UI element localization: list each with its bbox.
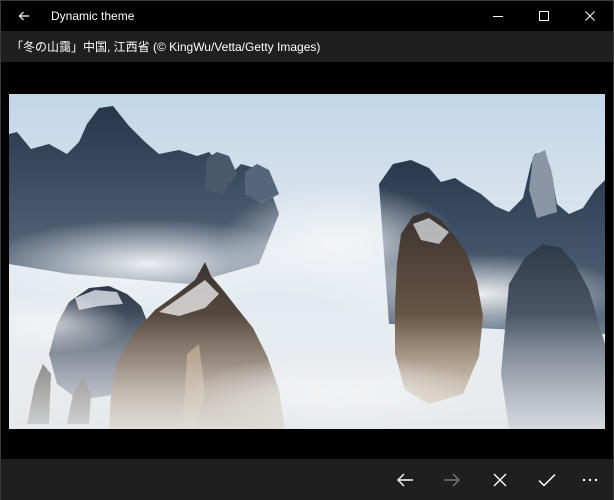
misty-mountains-image xyxy=(9,94,605,429)
image-viewport xyxy=(1,62,613,459)
back-arrow-icon xyxy=(18,11,29,21)
more-button[interactable] xyxy=(567,459,613,500)
command-bar xyxy=(1,459,613,500)
checkmark-icon xyxy=(538,473,556,487)
more-ellipsis-icon xyxy=(582,478,598,481)
x-icon xyxy=(493,473,507,486)
close-icon xyxy=(585,11,595,21)
next-button[interactable] xyxy=(429,459,475,500)
minimize-icon xyxy=(493,16,503,17)
close-button[interactable] xyxy=(567,1,613,31)
back-button[interactable] xyxy=(1,1,47,31)
arrow-right-icon xyxy=(444,473,460,486)
image-caption: 「冬の山靄」中国, 江西省 (© KingWu/Vetta/Getty Imag… xyxy=(11,40,321,54)
window-title: Dynamic theme xyxy=(51,9,135,23)
arrow-left-icon xyxy=(397,473,413,486)
maximize-icon xyxy=(539,11,549,21)
title-bar: Dynamic theme xyxy=(1,1,613,31)
landscape-photo xyxy=(9,94,605,429)
maximize-button[interactable] xyxy=(521,1,567,31)
minimize-button[interactable] xyxy=(475,1,521,31)
previous-button[interactable] xyxy=(382,459,428,500)
image-caption-bar: 「冬の山靄」中国, 江西省 (© KingWu/Vetta/Getty Imag… xyxy=(1,31,613,62)
accept-button[interactable] xyxy=(524,459,570,500)
reject-button[interactable] xyxy=(477,459,523,500)
app-window: Dynamic theme 「冬の山靄」中国, 江西省 (© KingWu/Ve… xyxy=(0,0,614,500)
